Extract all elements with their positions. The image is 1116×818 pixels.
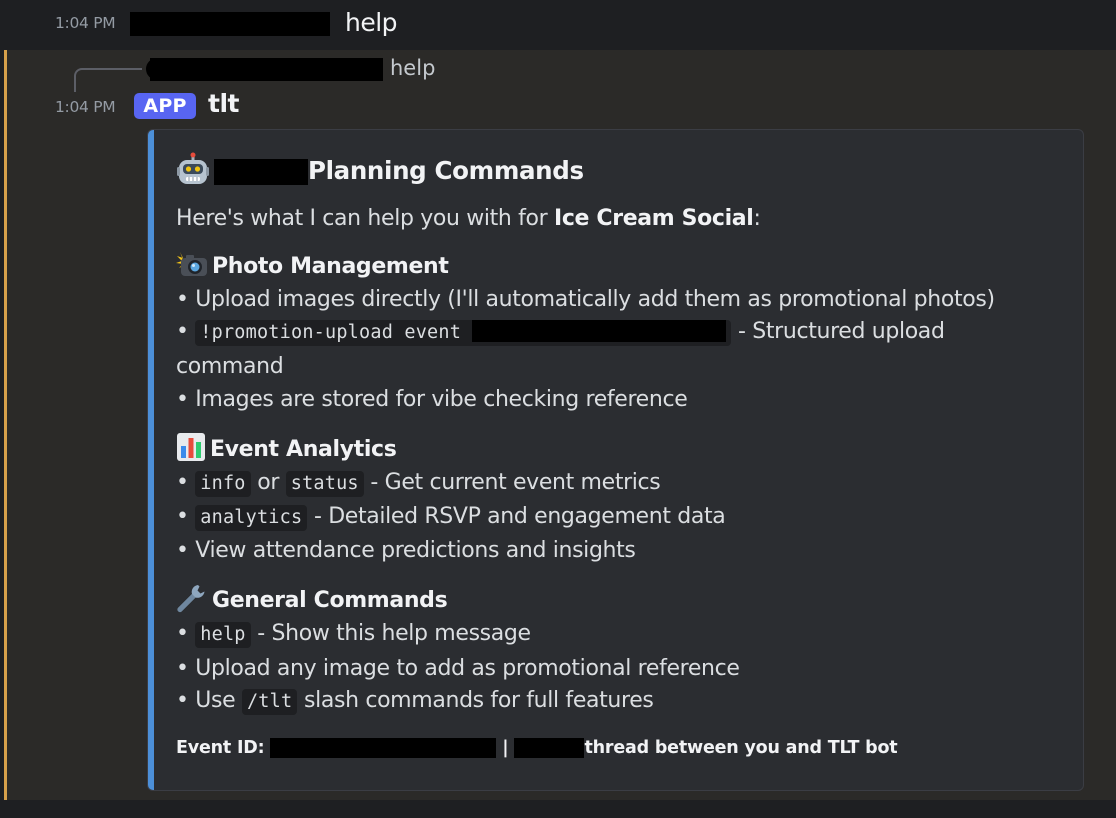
photo-line-3: • Images are stored for vibe checking re… xyxy=(176,387,688,412)
help-embed: Planning Commands Here's what I can help… xyxy=(147,129,1084,791)
bullet: • xyxy=(176,504,196,529)
general-heading-text: General Commands xyxy=(212,588,448,613)
message-timestamp: 1:04 PM xyxy=(55,98,116,116)
message-timestamp: 1:04 PM xyxy=(55,14,116,32)
event-name: Ice Cream Social xyxy=(554,206,754,231)
inline-code-tlt: /tlt xyxy=(241,689,298,715)
embed-title: Planning Commands xyxy=(176,152,584,192)
bullet: • xyxy=(176,470,196,495)
embed-title-text: Planning Commands xyxy=(308,156,584,185)
redacted-username xyxy=(130,12,330,36)
camera-flash-icon xyxy=(176,250,208,284)
footer-suffix: thread between you and TLT bot xyxy=(584,738,898,758)
analytics-line-2-suffix: - Detailed RSVP and engagement data xyxy=(307,504,726,529)
redacted-reply-username[interactable] xyxy=(150,58,383,81)
redacted-event-id xyxy=(270,738,497,758)
reply-connector xyxy=(74,68,142,92)
general-line-3-suffix: slash commands for full features xyxy=(297,688,654,713)
message-text: help xyxy=(345,8,398,37)
app-badge: APP xyxy=(134,93,196,119)
inline-code-help: help xyxy=(195,622,251,648)
robot-icon xyxy=(176,152,210,192)
embed-footer: Event ID: | thread between you and TLT bo… xyxy=(176,738,898,758)
analytics-section-heading: Event Analytics xyxy=(176,432,397,468)
wrench-icon xyxy=(176,583,208,619)
embed-accent-stripe xyxy=(148,130,154,790)
inline-code-status: status xyxy=(285,471,364,497)
footer-label: Event ID: xyxy=(176,738,271,758)
code-text: !promotion-upload event xyxy=(200,322,473,343)
footer-separator: | xyxy=(502,738,509,758)
photo-line-2-wrap: command xyxy=(176,354,284,379)
general-line-2: • Upload any image to add as promotional… xyxy=(176,656,740,681)
reply-preview-text[interactable]: help xyxy=(390,56,435,80)
inline-code: !promotion-upload event xyxy=(195,320,732,346)
divider xyxy=(0,800,1116,818)
analytics-line-1: • info or status - Get current event met… xyxy=(176,470,661,497)
analytics-line-2: • analytics - Detailed RSVP and engageme… xyxy=(176,504,726,531)
embed-intro: Here's what I can help you with for Ice … xyxy=(176,206,761,231)
intro-suffix: : xyxy=(753,206,761,231)
author-name[interactable]: tlt xyxy=(208,89,239,118)
bullet: • xyxy=(176,621,196,646)
photo-line-2-suffix: - Structured upload xyxy=(731,319,945,344)
mention-highlight-bar xyxy=(4,50,7,800)
redacted-title-text xyxy=(214,159,308,185)
photo-line-2: • !promotion-upload event - Structured u… xyxy=(176,319,945,346)
message-help[interactable]: 1:04 PM help xyxy=(0,0,1116,50)
chat-view: 1:04 PM help help 1:04 PM APP tlt Planni… xyxy=(0,0,1116,818)
inline-code-analytics: analytics xyxy=(195,505,308,531)
bullet: • xyxy=(176,319,196,344)
photo-section-heading: Photo Management xyxy=(176,250,449,284)
use-prefix: • Use xyxy=(176,688,242,713)
redacted-footer-text xyxy=(514,738,585,758)
or-text: or xyxy=(250,470,286,495)
analytics-line-1-suffix: - Get current event metrics xyxy=(363,470,661,495)
general-section-heading: General Commands xyxy=(176,583,448,619)
analytics-line-3: • View attendance predictions and insigh… xyxy=(176,538,636,563)
photo-heading-text: Photo Management xyxy=(212,254,449,279)
photo-line-1: • Upload images directly (I'll automatic… xyxy=(176,287,995,312)
general-line-1-suffix: - Show this help message xyxy=(250,621,531,646)
redacted-event-id xyxy=(472,320,727,342)
inline-code-info: info xyxy=(195,471,251,497)
intro-prefix: Here's what I can help you with for xyxy=(176,206,554,231)
general-line-3: • Use /tlt slash commands for full featu… xyxy=(176,688,654,715)
analytics-heading-text: Event Analytics xyxy=(210,437,397,462)
bar-chart-icon xyxy=(176,432,206,468)
general-line-1: • help - Show this help message xyxy=(176,621,531,648)
